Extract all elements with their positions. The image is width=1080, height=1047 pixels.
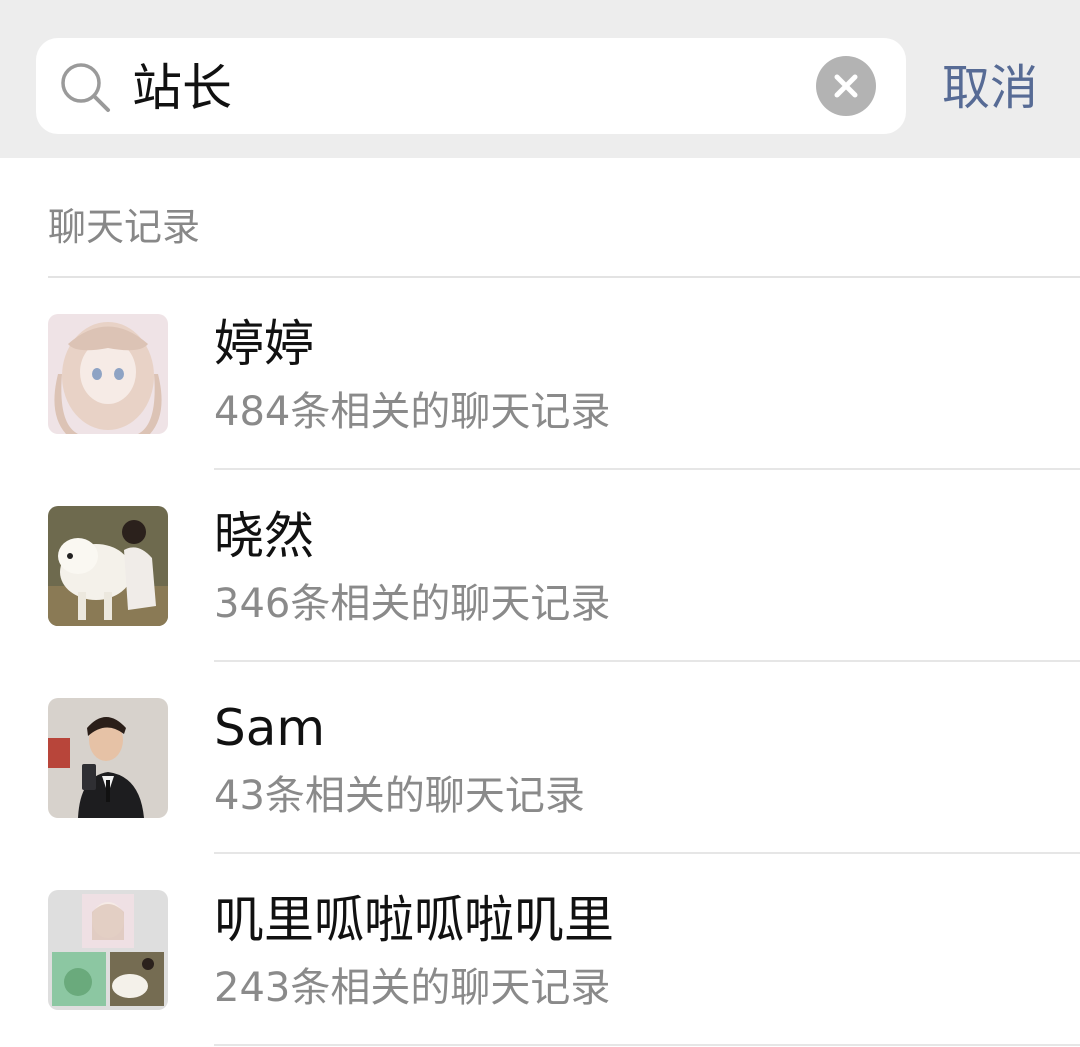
match-count: 43条相关的聊天记录 bbox=[214, 773, 585, 819]
group-name: 叽里呱啦呱啦叽里 bbox=[214, 891, 614, 949]
contact-name: Sam bbox=[214, 699, 326, 757]
list-item[interactable]: 叽里呱啦呱啦叽里 243条相关的聊天记录 bbox=[0, 854, 1080, 1046]
search-query[interactable]: 站长 bbox=[132, 56, 232, 120]
divider bbox=[214, 1044, 1080, 1046]
contact-name: 婷婷 bbox=[214, 315, 314, 373]
avatar bbox=[48, 890, 168, 1010]
list-item[interactable]: 婷婷 484条相关的聊天记录 bbox=[0, 278, 1080, 470]
list-item[interactable]: Sam 43条相关的聊天记录 bbox=[0, 662, 1080, 854]
avatar bbox=[48, 506, 168, 626]
clear-button[interactable] bbox=[816, 56, 876, 116]
section-title: 聊天记录 bbox=[48, 205, 201, 249]
list-item[interactable]: 晓然 346条相关的聊天记录 bbox=[0, 470, 1080, 662]
avatar bbox=[48, 314, 168, 434]
match-count: 484条相关的聊天记录 bbox=[214, 389, 611, 435]
avatar bbox=[48, 698, 168, 818]
cancel-button[interactable]: 取消 bbox=[942, 58, 1038, 118]
clear-icon bbox=[834, 74, 858, 98]
contact-name: 晓然 bbox=[214, 507, 314, 565]
search-icon bbox=[61, 63, 110, 112]
match-count: 346条相关的聊天记录 bbox=[214, 581, 611, 627]
match-count: 243条相关的聊天记录 bbox=[214, 965, 611, 1011]
